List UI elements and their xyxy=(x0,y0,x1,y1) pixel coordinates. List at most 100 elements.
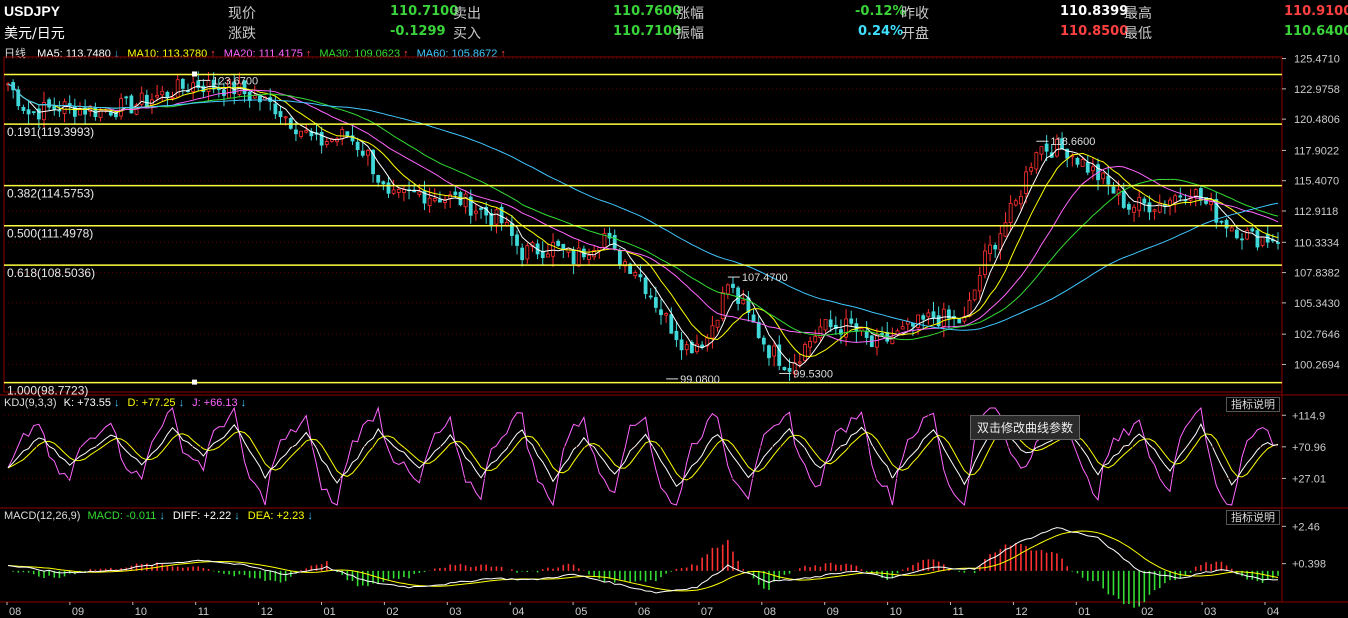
candle-body xyxy=(813,335,818,343)
candle-body xyxy=(972,289,977,301)
candle-body xyxy=(108,111,113,116)
price-axis-label: 110.3334 xyxy=(1294,237,1339,249)
ma20-line xyxy=(7,83,1279,343)
candle-body xyxy=(545,253,550,258)
candle-body xyxy=(355,141,360,150)
candle-body xyxy=(294,129,298,135)
candle-body xyxy=(258,95,262,103)
candle-body xyxy=(880,333,884,335)
price-axis-label: 105.3430 xyxy=(1294,298,1340,310)
candle-body xyxy=(864,330,869,338)
candle-body xyxy=(818,326,823,339)
candle-body xyxy=(494,209,499,225)
candle-body xyxy=(396,189,401,193)
candle-body xyxy=(993,244,998,250)
candle-body xyxy=(808,340,813,348)
candle-body xyxy=(376,175,381,183)
candle-body xyxy=(761,337,766,345)
month-label: 08 xyxy=(9,606,21,618)
candle-body xyxy=(1178,195,1183,198)
candle-body xyxy=(1229,227,1234,232)
fib-level-label: 0.500(111.4978) xyxy=(7,227,93,241)
candle-body xyxy=(1044,143,1049,152)
candle-body xyxy=(463,193,468,208)
candle-body xyxy=(957,318,962,324)
candle-body xyxy=(551,241,555,257)
candle-body xyxy=(1080,159,1085,167)
candle-body xyxy=(324,141,329,145)
candle-body xyxy=(288,117,293,129)
candle-body xyxy=(98,108,103,118)
month-label: 08 xyxy=(764,606,776,618)
macd-indicator-help-button[interactable]: 指标说明 xyxy=(1226,510,1280,525)
candle-body xyxy=(31,111,36,113)
candle-body xyxy=(571,249,576,265)
candle-body xyxy=(633,272,638,277)
fib-level-label: 0.618(108.5036) xyxy=(7,266,95,280)
candle-body xyxy=(900,326,905,330)
candle-body xyxy=(252,95,257,99)
candle-body xyxy=(921,315,926,320)
candle-body xyxy=(1152,209,1157,212)
candle-body xyxy=(1111,186,1116,194)
annotation-label: 99.5300 xyxy=(793,368,833,380)
candle-body xyxy=(653,297,658,308)
month-label: 02 xyxy=(1141,606,1153,618)
fib-level-label: 0.191(119.3993) xyxy=(7,125,94,139)
candle-body xyxy=(1276,242,1280,244)
candle-body xyxy=(1003,222,1008,237)
price-axis-label: 107.8382 xyxy=(1294,268,1340,280)
candle-body xyxy=(926,312,931,318)
fib-level-label: 1.000(98.7723) xyxy=(7,384,88,398)
candle-body xyxy=(427,197,432,206)
kdj-axis-label: +70.96 xyxy=(1292,442,1326,454)
month-label: 07 xyxy=(701,606,713,618)
candle-body xyxy=(1132,206,1136,213)
annotation-label: 123.6700 xyxy=(212,75,258,87)
candle-body xyxy=(998,233,1003,251)
candle-body xyxy=(155,95,160,98)
price-axis-label: 102.7646 xyxy=(1294,329,1340,341)
candle-body xyxy=(165,91,170,98)
month-label: 10 xyxy=(890,606,902,618)
tooltip: 双击修改曲线参数 xyxy=(970,415,1081,440)
kdj-axis-label: +114.9 xyxy=(1292,410,1325,422)
candle-body xyxy=(931,311,936,319)
candle-body xyxy=(1173,195,1178,203)
price-axis-label: 122.9758 xyxy=(1294,84,1340,96)
month-label: 11 xyxy=(198,606,209,618)
candle-body xyxy=(1075,157,1080,165)
macd-value-2: DEA: +2.23 xyxy=(247,510,305,522)
macd-value-0: MACD: -0.011 xyxy=(87,510,157,522)
candle-body xyxy=(1260,236,1265,246)
candle-body xyxy=(1126,204,1131,210)
month-label: 01 xyxy=(1078,606,1090,618)
month-label: 12 xyxy=(261,606,273,618)
macd-dea-line xyxy=(7,530,1279,592)
candle-body xyxy=(1234,229,1239,239)
candle-body xyxy=(612,235,617,249)
chart-canvas[interactable]: 125.4710 122.9758 120.4806 117.9022 115.4070… xyxy=(0,0,1348,618)
arrow-down-icon: ↓ xyxy=(307,510,313,522)
candle-body xyxy=(803,344,807,361)
candle-body xyxy=(849,318,854,324)
candle-body xyxy=(520,247,525,261)
candle-body xyxy=(1101,172,1106,180)
candle-body xyxy=(129,95,134,114)
fib-handle xyxy=(192,379,197,385)
month-label: 04 xyxy=(1267,606,1279,618)
candle-body xyxy=(674,330,679,341)
candle-body xyxy=(1024,171,1028,194)
candle-body xyxy=(391,189,396,194)
price-axis-label: 125.4710 xyxy=(1294,54,1340,66)
candle-body xyxy=(741,299,746,305)
candle-body xyxy=(1255,230,1260,248)
kdj-indicator-help-button[interactable]: 指标说明 xyxy=(1226,397,1280,412)
candle-body xyxy=(797,361,802,364)
candle-body xyxy=(684,344,689,351)
kdj-axis-label: +27.01 xyxy=(1292,473,1326,485)
candle-body xyxy=(319,132,324,146)
price-axis-label: 112.9118 xyxy=(1294,206,1338,218)
candle-body xyxy=(1147,202,1152,213)
candle-body xyxy=(160,90,165,96)
